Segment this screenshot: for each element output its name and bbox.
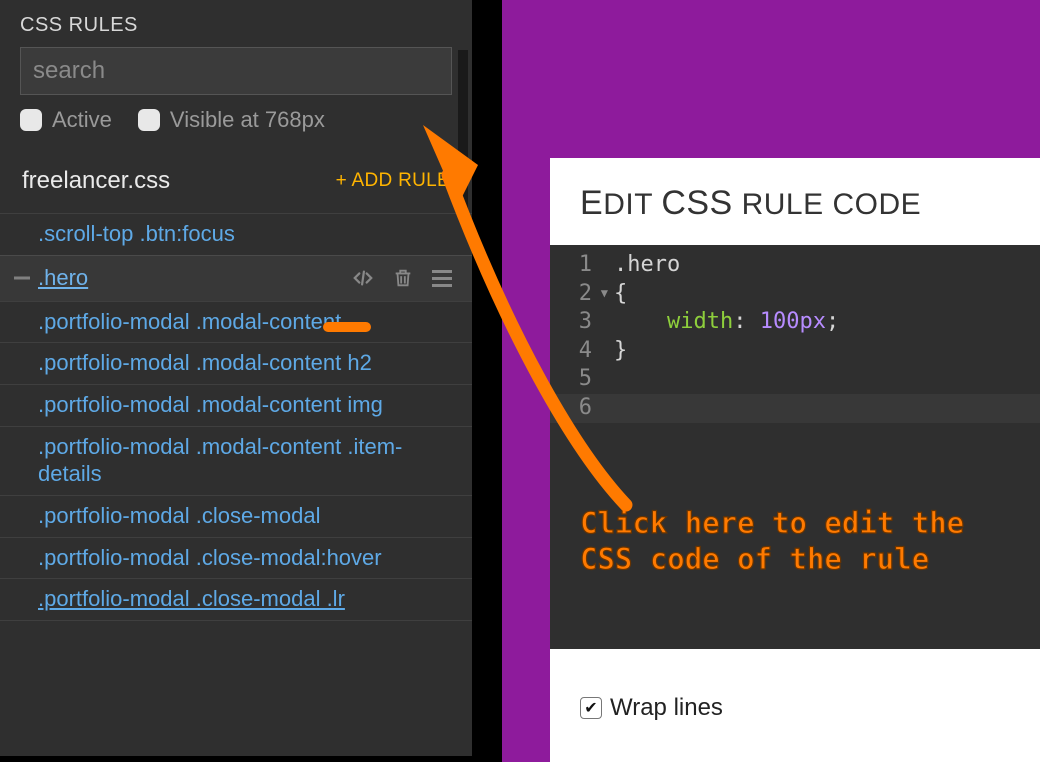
code-property: width: [667, 309, 733, 334]
rule-selector: .portfolio-modal .modal-content: [38, 309, 341, 334]
panel-title: CSS RULES: [20, 14, 452, 37]
trash-icon[interactable]: [392, 267, 414, 289]
callout-text: Click here to edit the CSS code of the r…: [580, 505, 964, 578]
wrap-lines-row: ✔ Wrap lines: [550, 682, 1040, 734]
rule-item[interactable]: .portfolio-modal .modal-content img: [0, 384, 472, 426]
rule-item[interactable]: .portfolio-modal .close-modal: [0, 495, 472, 537]
search-input[interactable]: [20, 47, 452, 95]
collapse-icon[interactable]: [14, 277, 30, 280]
callout-target-marker: [323, 322, 371, 332]
divider-strip: [472, 0, 502, 762]
rule-item-selected[interactable]: .hero: [0, 255, 472, 301]
preview-area: EDIT CSS RULE CODE 1.hero 2▼{ 3 width: 1…: [502, 0, 1040, 762]
editor-title: EDIT CSS RULE CODE: [550, 184, 1040, 245]
search-wrap: [0, 47, 472, 107]
wrap-lines-label: Wrap lines: [610, 694, 723, 722]
rule-item[interactable]: .scroll-top .btn:focus: [0, 213, 472, 255]
rule-selector: .portfolio-modal .close-modal: [38, 503, 320, 528]
rule-selector: .portfolio-modal .modal-content .item-de…: [38, 434, 402, 486]
rule-item[interactable]: .portfolio-modal .close-modal:hover: [0, 537, 472, 579]
code-editor[interactable]: 1.hero 2▼{ 3 width: 100px; 4} 5 6 Click …: [550, 245, 1040, 649]
code-selector: .hero: [614, 252, 680, 277]
rule-selector: .portfolio-modal .modal-content img: [38, 392, 383, 417]
menu-icon[interactable]: [432, 270, 452, 287]
visible-label: Visible at 768px: [170, 107, 325, 133]
rule-selector: .scroll-top .btn:focus: [38, 221, 235, 246]
css-rules-panel: CSS RULES Active Visible at 768px freela…: [0, 0, 472, 762]
file-header: freelancer.css + ADD RULE: [0, 149, 472, 213]
brace-open: {: [614, 281, 627, 306]
rule-selector: .portfolio-modal .close-modal:hover: [38, 545, 382, 570]
rule-item[interactable]: .portfolio-modal .modal-content: [0, 301, 472, 343]
rules-list: .scroll-top .btn:focus .hero: [0, 213, 472, 621]
rule-item[interactable]: .portfolio-modal .modal-content h2: [0, 342, 472, 384]
rule-tools: [352, 267, 452, 289]
rule-item[interactable]: .portfolio-modal .close-modal .lr: [0, 578, 472, 621]
visible-checkbox[interactable]: [138, 109, 160, 131]
code-icon[interactable]: [352, 267, 374, 289]
brace-close: }: [614, 338, 627, 363]
filters-row: Active Visible at 768px: [0, 107, 472, 149]
panel-header: CSS RULES: [0, 0, 472, 47]
rule-selector: .portfolio-modal .close-modal .lr: [38, 586, 345, 611]
scrollbar-thumb[interactable]: [458, 50, 468, 210]
code-value: 100px: [760, 309, 826, 334]
active-checkbox[interactable]: [20, 109, 42, 131]
rule-selector: .hero: [38, 265, 88, 292]
fold-icon[interactable]: ▼: [601, 286, 608, 302]
add-rule-button[interactable]: + ADD RULE: [336, 170, 450, 192]
rule-selector: .portfolio-modal .modal-content h2: [38, 350, 372, 375]
file-name: freelancer.css: [22, 167, 170, 195]
wrap-lines-checkbox[interactable]: ✔: [580, 697, 602, 719]
editor-card: EDIT CSS RULE CODE 1.hero 2▼{ 3 width: 1…: [550, 158, 1040, 762]
rule-item[interactable]: .portfolio-modal .modal-content .item-de…: [0, 426, 472, 495]
active-label: Active: [52, 107, 112, 133]
